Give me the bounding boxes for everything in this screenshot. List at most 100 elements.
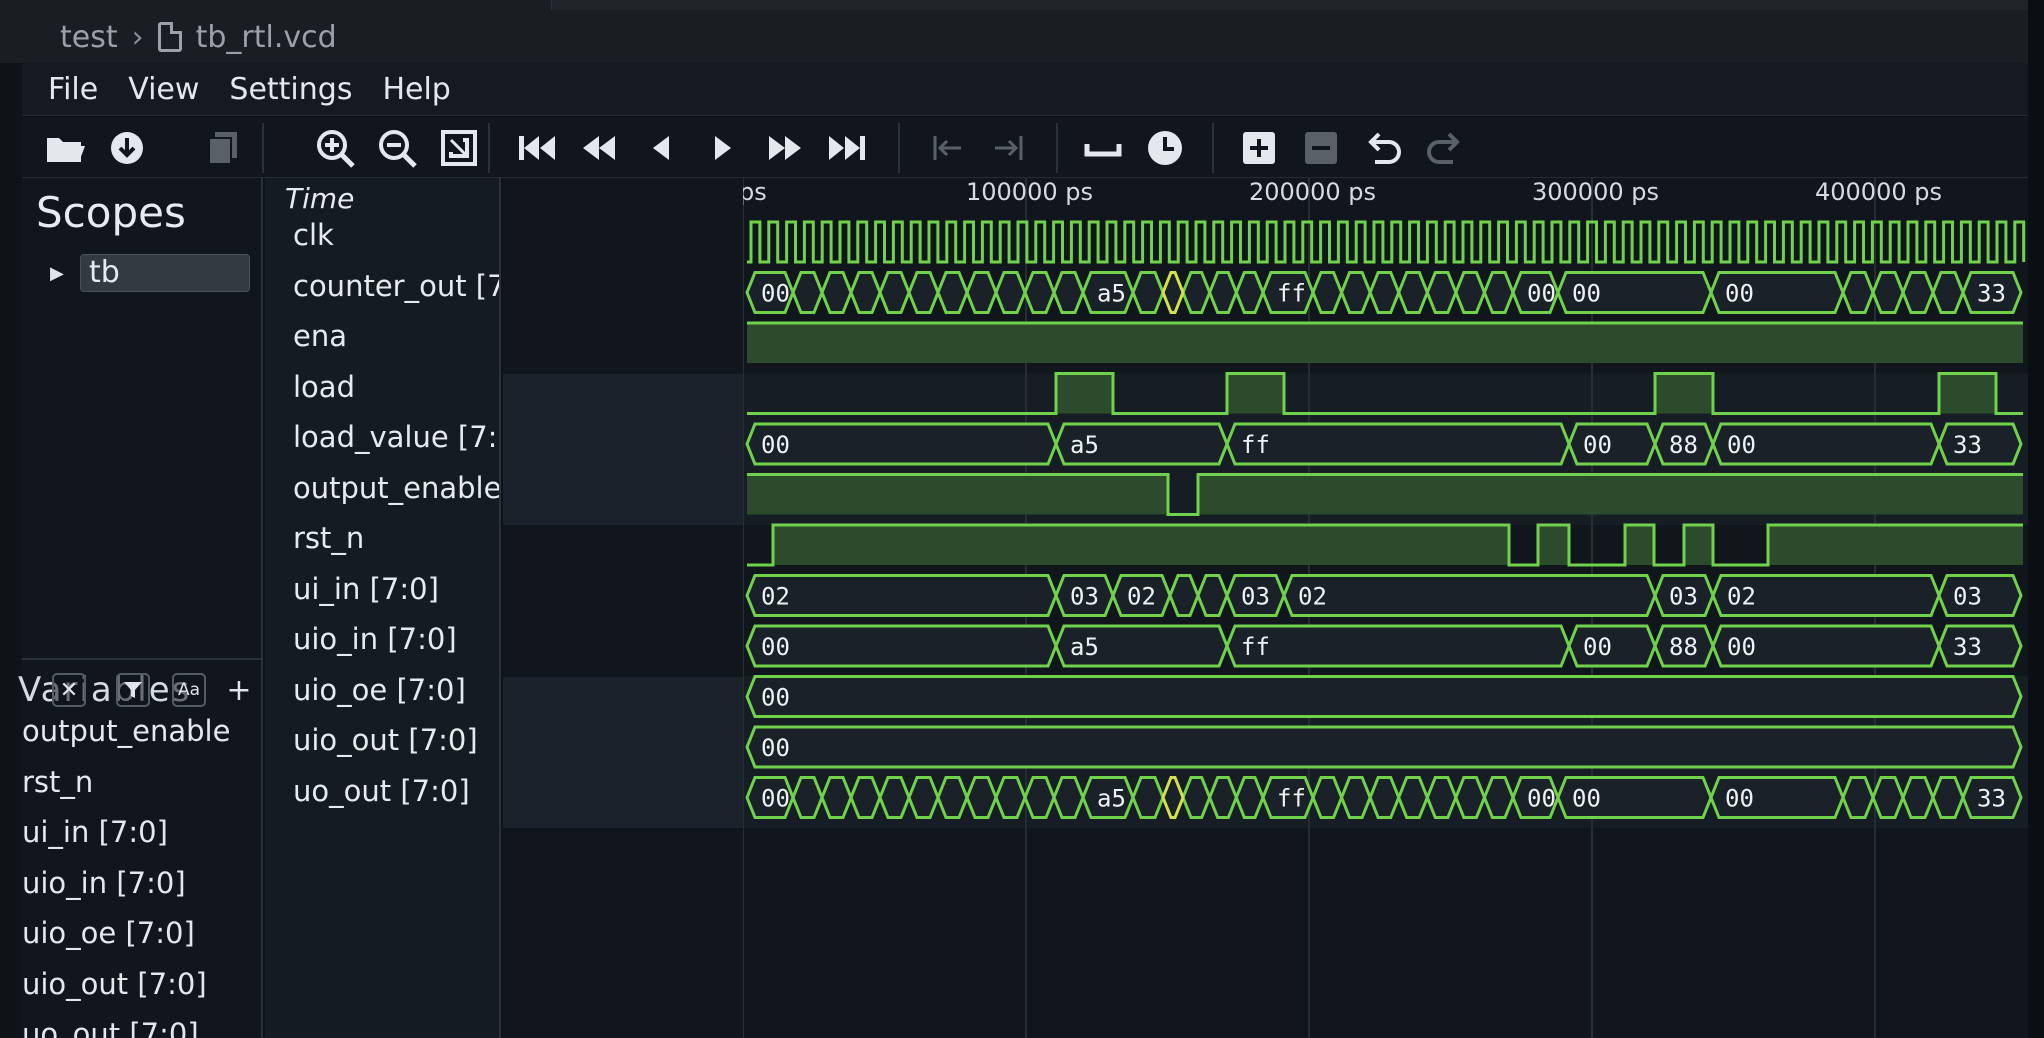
uo-out-segment	[1871, 776, 1905, 819]
counter-out-segment	[965, 271, 998, 314]
counter-out-segment	[1871, 271, 1905, 314]
undo-icon[interactable]	[1360, 125, 1406, 171]
step-back-icon[interactable]	[638, 125, 684, 171]
signal-name[interactable]: uio_oe [7:0]	[293, 673, 466, 707]
editor-tab[interactable]	[0, 0, 552, 10]
step-forward-icon[interactable]	[700, 125, 746, 171]
variable-item[interactable]: rst_n	[22, 765, 93, 799]
add-variable-icon[interactable]: +	[222, 673, 256, 708]
scope-item-tb[interactable]: tb	[80, 254, 250, 292]
uio-in-value-label: 00	[1583, 633, 1612, 661]
counter-out-segment	[1901, 271, 1935, 314]
goto-end-icon[interactable]	[824, 125, 870, 171]
row-band	[503, 373, 743, 525]
uo-out-segment	[994, 776, 1027, 819]
match-case-icon[interactable]: Aa	[172, 673, 206, 707]
signal-name[interactable]: counter_out [7	[293, 269, 499, 303]
counter-out-segment	[1052, 271, 1085, 314]
goto-start-icon[interactable]	[514, 125, 560, 171]
zoom-in-icon[interactable]	[312, 125, 358, 171]
counter-out-value-label: a5	[1097, 280, 1126, 308]
open-file-icon[interactable]	[42, 125, 88, 171]
time-tick-label: 200000 ps	[1249, 178, 1376, 206]
uio-in-value-label: 33	[1953, 633, 1982, 661]
signal-name[interactable]: load	[293, 370, 355, 404]
fast-backward-icon[interactable]	[576, 125, 622, 171]
uo-out-value-label: 00	[1725, 785, 1754, 813]
scrollbar-gutter[interactable]	[2028, 0, 2044, 1038]
uo-out-segment	[1234, 776, 1265, 819]
timestamp-icon[interactable]	[1142, 125, 1188, 171]
load-value-segment	[1567, 422, 1657, 466]
reload-icon[interactable]	[104, 125, 150, 171]
spacer-icon[interactable]	[1080, 125, 1126, 171]
load-value-value-label: 88	[1669, 431, 1698, 459]
counter-out-value-label: 00	[1527, 280, 1556, 308]
breadcrumb: test › tb_rtl.vcd	[60, 14, 337, 60]
signal-name[interactable]: ena	[293, 319, 347, 353]
scope-tree-row[interactable]: ▶ tb	[50, 254, 250, 292]
breadcrumb-root[interactable]: test	[60, 20, 118, 55]
redo-icon[interactable]	[1422, 125, 1468, 171]
variable-item[interactable]: uo_out [7:0]	[22, 1017, 199, 1038]
menu-help[interactable]: Help	[368, 72, 464, 107]
variable-item[interactable]: uio_out [7:0]	[22, 967, 207, 1001]
filter-icon[interactable]	[116, 673, 150, 707]
menu-view[interactable]: View	[114, 72, 213, 107]
next-transition-icon[interactable]	[986, 125, 1032, 171]
copy-icon[interactable]	[202, 125, 248, 171]
uo-out-segment	[849, 776, 882, 819]
breadcrumb-file[interactable]: tb_rtl.vcd	[196, 20, 337, 55]
ui-in-value-label: 03	[1953, 583, 1982, 611]
signal-name[interactable]: rst_n	[293, 521, 364, 555]
remove-item-icon[interactable]	[1298, 125, 1344, 171]
load-high-fill	[1056, 373, 1113, 414]
signal-name[interactable]: uo_out [7:0]	[293, 774, 470, 808]
rst-n-high-fill	[1768, 525, 2023, 565]
uio-oe-segment	[745, 675, 2023, 718]
menu-settings[interactable]: Settings	[215, 72, 366, 107]
clear-filter-icon[interactable]: ✕	[52, 673, 86, 707]
expand-arrow-icon[interactable]: ▶	[50, 263, 76, 284]
signal-name[interactable]: uio_in [7:0]	[293, 622, 457, 656]
counter-out-segment	[1311, 271, 1344, 314]
waveform-canvas[interactable]: ps 100000 ps 200000 ps 300000 ps 400000 ps 00…	[743, 178, 2028, 1038]
menu-file[interactable]: File	[22, 72, 112, 107]
toolbar-separator	[1056, 123, 1058, 173]
add-item-icon[interactable]	[1236, 125, 1282, 171]
chevron-right-icon: ›	[131, 19, 144, 55]
signal-name[interactable]: output_enable	[293, 471, 499, 505]
signal-name[interactable]: load_value [7:0	[293, 420, 499, 454]
counter-out-segment	[1931, 271, 1965, 314]
prev-transition-icon[interactable]	[924, 125, 970, 171]
signal-name[interactable]: ui_in [7:0]	[293, 572, 439, 606]
counter-out-segment	[1339, 271, 1372, 314]
variable-item[interactable]: uio_oe [7:0]	[22, 916, 195, 950]
variable-item[interactable]: uio_in [7:0]	[22, 866, 186, 900]
fast-forward-icon[interactable]	[762, 125, 808, 171]
uo-out-value-label: a5	[1097, 785, 1126, 813]
uo-out-segment	[1397, 776, 1429, 819]
counter-out-segment	[936, 271, 969, 314]
time-tick-label: 100000 ps	[966, 178, 1093, 206]
signal-values-column	[503, 178, 743, 1038]
time-label: Time	[285, 182, 355, 215]
signal-name[interactable]: clk	[293, 218, 334, 252]
variable-item[interactable]: output_enable	[22, 714, 230, 748]
variable-item[interactable]: ui_in [7:0]	[22, 815, 168, 849]
uio-in-segment	[745, 624, 1058, 668]
signal-name[interactable]: uio_out [7:0]	[293, 723, 478, 757]
load-value-value-label: 33	[1953, 431, 1982, 459]
uo-out-segment	[820, 776, 853, 819]
counter-out-segment	[1841, 271, 1875, 314]
uo-out-segment	[1311, 776, 1344, 819]
ui-in-segment	[1282, 574, 1657, 617]
time-tick-label: 400000 ps	[1815, 178, 1942, 206]
zoom-fit-icon[interactable]	[436, 125, 482, 171]
zoom-out-icon[interactable]	[374, 125, 420, 171]
uo-out-segment	[1454, 776, 1487, 819]
signal-names-column: Time clk counter_out [7 ena load load_value …	[265, 178, 501, 1038]
counter-out-segment	[994, 271, 1027, 314]
uio-in-segment	[1225, 624, 1571, 668]
toolbar-separator	[262, 123, 264, 173]
